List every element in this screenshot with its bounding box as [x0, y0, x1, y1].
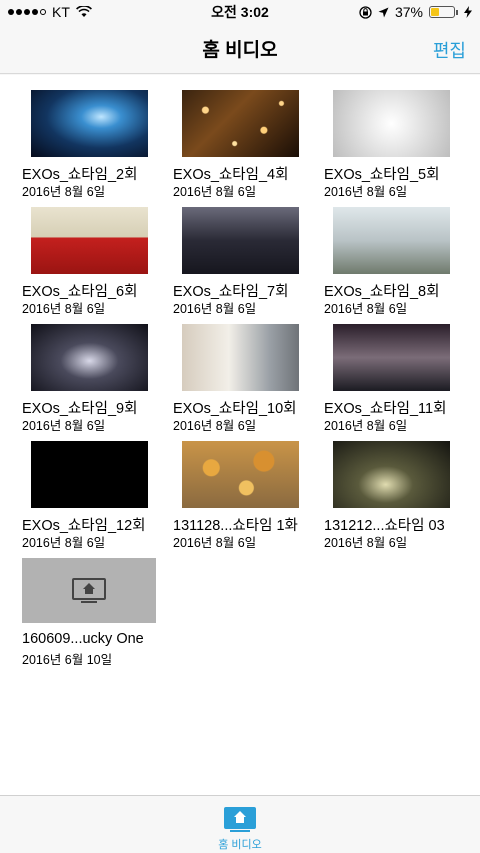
carrier-label: KT	[52, 4, 70, 20]
tab-label: 홈 비디오	[218, 839, 262, 851]
charging-bolt-icon	[464, 6, 472, 18]
video-title: 160609...ucky One	[22, 631, 144, 647]
video-date: 2016년 8월 6일	[22, 419, 106, 433]
navigation-bar: 홈 비디오 편집	[0, 24, 480, 74]
video-date: 2016년 8월 6일	[22, 536, 106, 550]
video-date: 2016년 8월 6일	[22, 185, 106, 199]
video-thumbnail	[31, 441, 148, 508]
tv-stand	[230, 830, 250, 832]
video-thumbnail	[31, 207, 148, 274]
page-title: 홈 비디오	[202, 40, 278, 61]
battery-icon	[429, 6, 458, 18]
video-date: 2016년 8월 6일	[324, 185, 408, 199]
video-thumbnail	[333, 324, 450, 391]
status-left: KT	[8, 4, 92, 20]
battery-percent: 37%	[394, 4, 423, 20]
video-date: 2016년 8월 6일	[173, 536, 257, 550]
video-date: 2016년 8월 6일	[324, 302, 408, 316]
video-date: 2016년 8월 6일	[324, 536, 408, 550]
video-date: 2016년 8월 6일	[173, 185, 257, 199]
video-date: 2016년 8월 6일	[173, 302, 257, 316]
signal-strength-icon	[8, 9, 46, 15]
status-right: 37%	[359, 4, 472, 20]
video-thumbnail	[333, 441, 450, 508]
video-thumbnail	[182, 90, 299, 157]
video-date: 2016년 8월 6일	[22, 302, 106, 316]
video-thumbnail	[182, 207, 299, 274]
video-grid: EXOs_쇼타임_2회 2016년 8월 6일 EXOs_쇼타임_4회 2016…	[0, 75, 480, 795]
video-thumbnail	[333, 207, 450, 274]
status-bar: KT 오전 3:02 37%	[0, 0, 480, 24]
edit-button[interactable]: 편집	[433, 37, 466, 63]
tab-bar: 홈 비디오	[0, 795, 480, 853]
video-thumbnail-placeholder	[22, 558, 156, 623]
video-thumbnail	[31, 324, 148, 391]
home-tv-icon	[72, 577, 106, 604]
orientation-lock-icon	[359, 5, 372, 19]
home-tv-icon	[224, 807, 256, 829]
video-date: 2016년 8월 6일	[173, 419, 257, 433]
video-thumbnail	[182, 441, 299, 508]
video-thumbnail	[333, 90, 450, 157]
location-arrow-icon	[378, 7, 389, 17]
video-thumbnail	[31, 90, 148, 157]
tab-home-video[interactable]: 홈 비디오	[210, 796, 270, 853]
video-date: 2016년 8월 6일	[324, 419, 408, 433]
wifi-icon	[75, 6, 92, 17]
video-thumbnail	[182, 324, 299, 391]
video-date: 2016년 6월 10일	[22, 653, 113, 667]
